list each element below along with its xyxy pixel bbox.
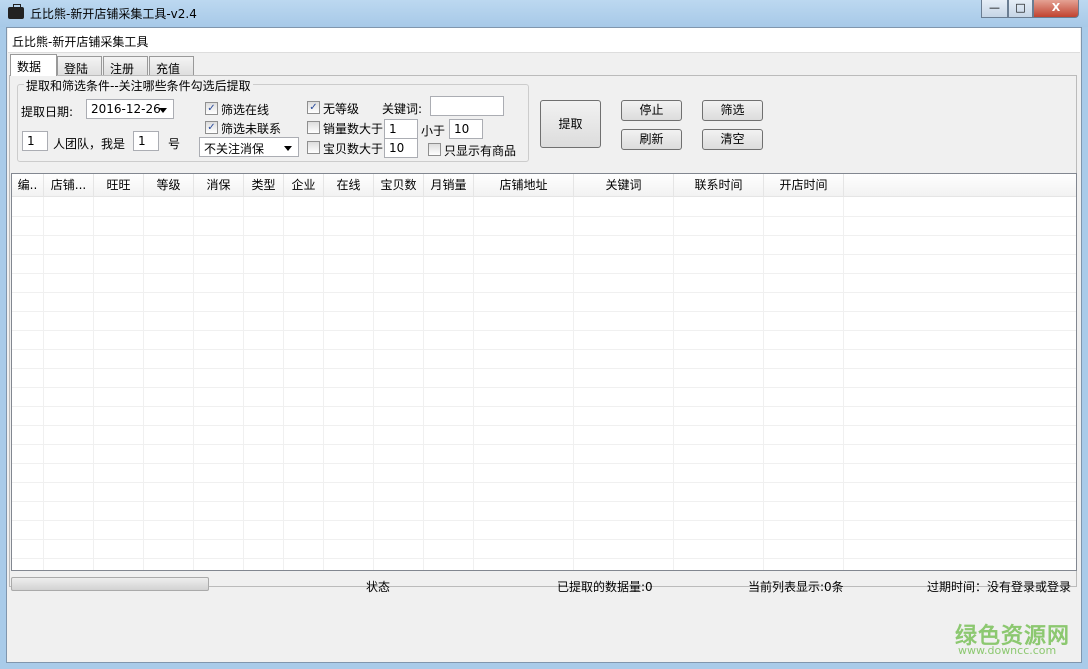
team-size-input[interactable]: 1 (22, 131, 48, 151)
column-header[interactable]: 宝贝数 (374, 174, 424, 197)
filter-online-checkbox[interactable]: ✓ (205, 102, 218, 115)
filter-uncontacted-label: 筛选未联系 (221, 122, 282, 136)
status-text: 状态 (366, 580, 391, 594)
grid-line (12, 406, 1076, 407)
member-suffix: 号 (168, 137, 181, 151)
grid-line (12, 368, 1076, 369)
tab-data[interactable]: 数据 (10, 54, 57, 76)
clear-button[interactable]: 清空 (702, 129, 763, 150)
sales-gt-checkbox[interactable] (307, 121, 320, 134)
filter-uncontacted-checkbox[interactable]: ✓ (205, 121, 218, 134)
sales-gt-label: 销量数大于 (323, 122, 384, 136)
guarantee-select[interactable]: 不关注消保 (199, 137, 299, 157)
only-with-goods-label: 只显示有商品 (444, 144, 517, 158)
column-header[interactable]: 类型 (244, 174, 284, 197)
column-header[interactable]: 关键词 (574, 174, 674, 197)
grid-line (12, 539, 1076, 540)
header-strip (8, 28, 1080, 53)
tab-login[interactable]: 登陆 (57, 56, 102, 76)
extracted-count: 已提取的数据量:0 (557, 580, 653, 594)
items-gt-label: 宝贝数大于 (323, 142, 384, 156)
grid-line (12, 311, 1076, 312)
sales-lt-input[interactable]: 10 (449, 119, 483, 139)
results-table[interactable]: 编.. 店铺... 旺旺 等级 消保 类型 企业 在线 宝贝数 月销量 店铺地址 关键词 联系时间 开店时… (11, 173, 1077, 571)
guarantee-value: 不关注消保 (204, 142, 265, 156)
minimize-button[interactable]: — (981, 0, 1008, 18)
column-header[interactable]: 企业 (284, 174, 324, 197)
less-than-label: 小于 (421, 124, 446, 138)
header-title: 丘比熊-新开店铺采集工具 (12, 35, 149, 49)
grid-line (12, 235, 1076, 236)
member-number-input[interactable]: 1 (133, 131, 159, 151)
title-bar: 丘比熊-新开店铺采集工具-v2.4 — □ X (0, 0, 1088, 27)
maximize-button[interactable]: □ (1008, 0, 1033, 18)
filter-button[interactable]: 筛选 (702, 100, 763, 121)
column-header[interactable]: 店铺地址 (474, 174, 574, 197)
column-header[interactable]: 编.. (12, 174, 44, 197)
grid-line (12, 273, 1076, 274)
grid-line (12, 444, 1076, 445)
column-header[interactable]: 月销量 (424, 174, 474, 197)
grid-line (12, 330, 1076, 331)
column-header[interactable]: 在线 (324, 174, 374, 197)
close-button[interactable]: X (1033, 0, 1079, 18)
keyword-label: 关键词: (382, 102, 423, 116)
tab-recharge[interactable]: 充值 (149, 56, 194, 76)
column-header[interactable]: 旺旺 (94, 174, 144, 197)
column-header[interactable]: 开店时间 (764, 174, 844, 197)
progress-bar (11, 577, 209, 591)
items-gt-input[interactable]: 10 (384, 138, 418, 158)
column-header[interactable]: 联系时间 (674, 174, 764, 197)
column-header[interactable]: 消保 (194, 174, 244, 197)
no-level-checkbox[interactable]: ✓ (307, 101, 320, 114)
only-with-goods-checkbox[interactable] (428, 143, 441, 156)
tab-register[interactable]: 注册 (103, 56, 148, 76)
watermark-url: www.downcc.com (958, 644, 1057, 657)
extract-button[interactable]: 提取 (540, 100, 601, 148)
expiry-time: 过期时间：没有登录或登录 (927, 580, 1072, 594)
grid-line (12, 463, 1076, 464)
date-picker[interactable]: 2016-12-26 (86, 99, 174, 119)
grid-line (12, 425, 1076, 426)
keyword-input[interactable] (430, 96, 504, 116)
table-header: 编.. 店铺... 旺旺 等级 消保 类型 企业 在线 宝贝数 月销量 店铺地址 关键词 联系时间 开店时… (12, 174, 1076, 197)
sales-gt-input[interactable]: 1 (384, 119, 418, 139)
refresh-button[interactable]: 刷新 (621, 129, 682, 150)
grid-line (12, 349, 1076, 350)
column-header[interactable]: 店铺... (44, 174, 94, 197)
window-title: 丘比熊-新开店铺采集工具-v2.4 (30, 7, 197, 21)
grid-line (12, 254, 1076, 255)
grid-line (12, 216, 1076, 217)
current-list-count: 当前列表显示:0条 (748, 580, 844, 594)
grid-line (12, 520, 1076, 521)
grid-line (12, 292, 1076, 293)
team-label: 人团队，我是 (53, 137, 126, 151)
no-level-label: 无等级 (323, 102, 360, 116)
grid-line (12, 501, 1076, 502)
grid-line (12, 482, 1076, 483)
grid-line (12, 387, 1076, 388)
filter-online-label: 筛选在线 (221, 103, 270, 117)
grid-line (12, 558, 1076, 559)
items-gt-checkbox[interactable] (307, 141, 320, 154)
date-label: 提取日期: (21, 105, 74, 119)
toolbox-icon (8, 4, 24, 19)
stop-button[interactable]: 停止 (621, 100, 682, 121)
filter-group-title: 提取和筛选条件--关注哪些条件勾选后提取 (24, 77, 253, 94)
date-value: 2016-12-26 (91, 102, 161, 116)
column-header[interactable]: 等级 (144, 174, 194, 197)
